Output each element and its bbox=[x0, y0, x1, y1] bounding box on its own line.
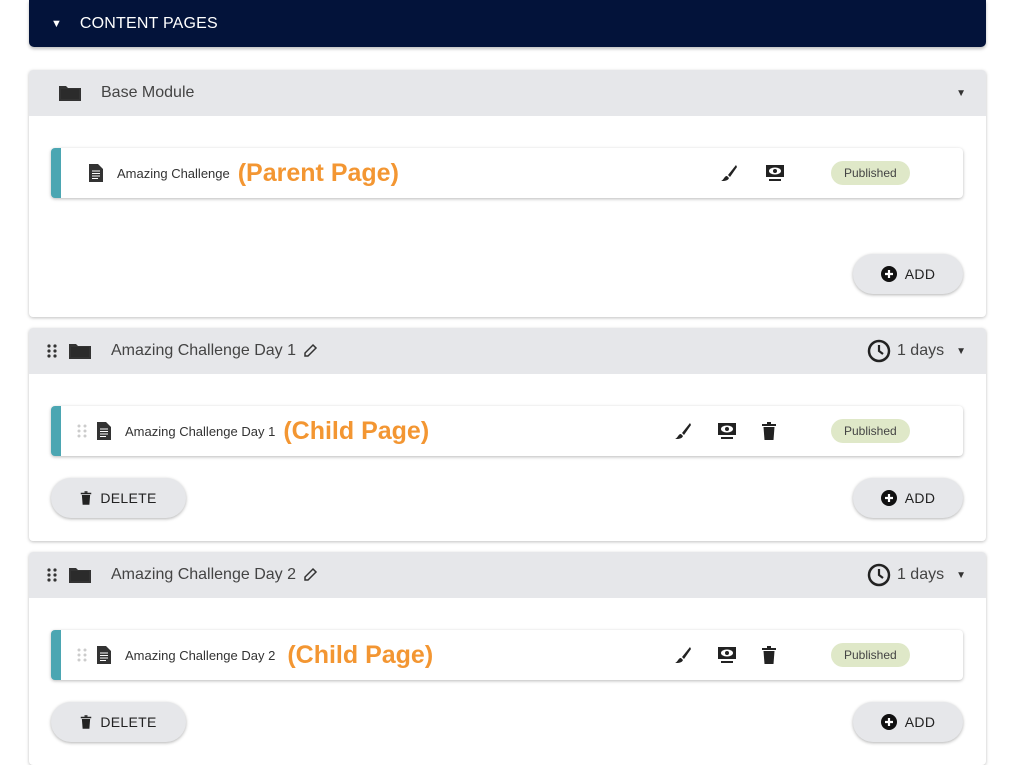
add-button[interactable]: ADD bbox=[853, 702, 963, 742]
drag-handle-icon[interactable] bbox=[47, 568, 57, 582]
drag-handle-icon[interactable] bbox=[77, 424, 87, 438]
trash-icon[interactable] bbox=[759, 421, 779, 441]
module-day-2: Amazing Challenge Day 2 1 days ▼ Amazing… bbox=[29, 552, 986, 765]
page-annotation: (Child Page) bbox=[283, 416, 430, 445]
plus-circle-icon bbox=[880, 714, 897, 730]
status-badge: Published bbox=[831, 161, 910, 185]
folder-icon bbox=[59, 86, 81, 101]
delete-button[interactable]: DELETE bbox=[51, 702, 186, 742]
page-name[interactable]: Amazing Challenge Day 2 bbox=[125, 648, 275, 663]
plus-circle-icon bbox=[880, 266, 897, 282]
section-title: CONTENT PAGES bbox=[79, 14, 218, 32]
add-button[interactable]: ADD bbox=[853, 478, 963, 518]
delete-button[interactable]: DELETE bbox=[51, 478, 186, 518]
page-annotation: (Child Page) bbox=[287, 640, 434, 669]
module-header[interactable]: Amazing Challenge Day 1 1 days ▼ bbox=[29, 328, 986, 374]
page-row[interactable]: Amazing Challenge (Parent Page) Publishe… bbox=[51, 148, 963, 198]
page-name[interactable]: Amazing Challenge Day 1 bbox=[125, 424, 275, 439]
preview-icon[interactable] bbox=[717, 421, 737, 441]
trash-icon[interactable] bbox=[759, 645, 779, 665]
module-header[interactable]: Amazing Challenge Day 2 1 days ▼ bbox=[29, 552, 986, 598]
trash-icon bbox=[81, 491, 92, 505]
page-row[interactable]: Amazing Challenge Day 2 (Child Page) Pub… bbox=[51, 630, 963, 680]
module-name: Amazing Challenge Day 1 bbox=[111, 342, 318, 360]
content-pages-header[interactable]: ▼ CONTENT PAGES bbox=[29, 0, 986, 47]
module-name-text: Amazing Challenge Day 2 bbox=[111, 566, 296, 583]
chevron-down-icon[interactable]: ▼ bbox=[956, 570, 966, 581]
page-row[interactable]: Amazing Challenge Day 1 (Child Page) Pub… bbox=[51, 406, 963, 456]
brush-icon[interactable] bbox=[673, 645, 693, 665]
chevron-down-icon[interactable]: ▼ bbox=[956, 88, 966, 99]
module-header[interactable]: Base Module ▼ bbox=[29, 70, 986, 116]
folder-icon bbox=[69, 344, 91, 359]
module-name: Base Module bbox=[101, 84, 195, 101]
chevron-down-icon[interactable]: ▼ bbox=[956, 346, 966, 357]
delete-label: DELETE bbox=[100, 490, 157, 506]
clock-icon bbox=[867, 563, 891, 587]
add-label: ADD bbox=[904, 266, 936, 282]
status-badge: Published bbox=[831, 419, 910, 443]
add-button[interactable]: ADD bbox=[853, 254, 963, 294]
module-day-1: Amazing Challenge Day 1 1 days ▼ Amazing… bbox=[29, 328, 986, 541]
add-label: ADD bbox=[904, 714, 936, 730]
drag-handle-icon[interactable] bbox=[77, 648, 87, 662]
document-icon bbox=[97, 646, 111, 664]
duration-label: 1 days bbox=[896, 342, 945, 359]
pencil-icon[interactable] bbox=[302, 343, 318, 359]
module-base: Base Module ▼ Amazing Challenge (Parent … bbox=[29, 70, 986, 317]
plus-circle-icon bbox=[880, 490, 897, 506]
clock-icon bbox=[867, 339, 891, 363]
pencil-icon[interactable] bbox=[302, 567, 318, 583]
preview-icon[interactable] bbox=[717, 645, 737, 665]
page-annotation: (Parent Page) bbox=[237, 158, 399, 187]
triangle-down-icon: ▼ bbox=[51, 17, 62, 30]
drag-handle-icon[interactable] bbox=[47, 344, 57, 358]
brush-icon[interactable] bbox=[719, 163, 739, 183]
folder-icon bbox=[69, 568, 91, 583]
brush-icon[interactable] bbox=[673, 421, 693, 441]
duration-label: 1 days bbox=[896, 566, 945, 583]
document-icon bbox=[89, 164, 103, 182]
page-name[interactable]: Amazing Challenge bbox=[117, 166, 230, 181]
module-name: Amazing Challenge Day 2 bbox=[111, 566, 318, 584]
module-name-text: Amazing Challenge Day 1 bbox=[111, 342, 296, 359]
preview-icon[interactable] bbox=[765, 163, 785, 183]
trash-icon bbox=[81, 715, 92, 729]
document-icon bbox=[97, 422, 111, 440]
delete-label: DELETE bbox=[100, 714, 157, 730]
status-badge: Published bbox=[831, 643, 910, 667]
add-label: ADD bbox=[904, 490, 936, 506]
